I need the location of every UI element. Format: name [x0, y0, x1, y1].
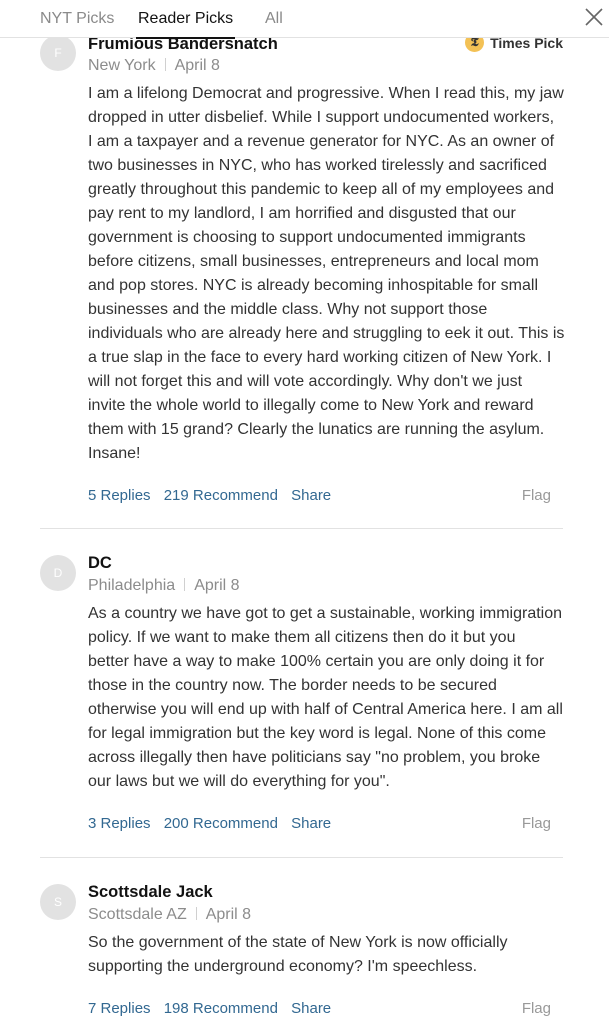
comment-line: businesses and the middle class. Why not…: [88, 301, 488, 318]
comment-line: our laws but we will do everything for y…: [88, 773, 390, 790]
share-button[interactable]: Share: [291, 815, 331, 832]
comment-line: individuals who are already here and str…: [88, 325, 565, 342]
comment-tabs: NYT Picks Reader Picks All: [0, 0, 609, 39]
comment-line: As a country we have got to get a sustai…: [88, 605, 563, 622]
close-icon[interactable]: [581, 0, 607, 30]
comment-line: pay rent to my landlord, I am horrified …: [88, 205, 516, 222]
recommend-button[interactable]: 198 Recommend: [164, 1000, 278, 1017]
comment: S Scottsdale Jack Scottsdale AZ April 8 S…: [40, 858, 563, 1025]
comment-line: I am a lifelong Democrat and progressive…: [88, 85, 564, 102]
comment-line: them with 15 grand? Clearly the lunatics…: [88, 421, 545, 438]
comment-line: dropped in utter disbelief. While I supp…: [88, 109, 555, 126]
comment-line: those in the country now. The border nee…: [88, 677, 497, 694]
replies-link[interactable]: 5 Replies: [88, 487, 151, 504]
avatar: F: [40, 35, 76, 71]
comment-line: supporting the underground economy? I'm …: [88, 958, 478, 975]
comment-location: Philadelphia: [88, 577, 176, 594]
comment-body: I am a lifelong Democrat and progressive…: [88, 82, 568, 466]
share-button[interactable]: Share: [291, 487, 331, 504]
comment: D DC Philadelphia April 8 As a country we…: [40, 529, 563, 858]
avatar: D: [40, 555, 76, 591]
comment-meta: New York April 8: [88, 57, 220, 75]
comment-line: two businesses in NYC, who has worked ti…: [88, 157, 547, 174]
avatar: S: [40, 884, 76, 920]
comment-location: Scottsdale AZ: [88, 906, 187, 923]
comment-date: April 8: [174, 57, 220, 74]
comment-line: greatly throughout this pandemic to keep…: [88, 181, 555, 198]
comment-meta: Scottsdale AZ April 8: [88, 906, 251, 924]
tab-reader-picks[interactable]: Reader Picks: [135, 10, 236, 39]
tab-nyt-picks[interactable]: NYT Picks: [40, 10, 114, 28]
comment: F Frumious Bandersnatch 𝕿 Times Pick New…: [40, 0, 564, 529]
comment-line: otherwise you will end up with half of C…: [88, 701, 563, 718]
comment-author: Scottsdale Jack: [88, 883, 213, 901]
comment-line: I am a taxpayer and a revenue generator …: [88, 133, 555, 150]
comment-date: April 8: [194, 577, 240, 594]
comment-line: Insane!: [88, 445, 141, 462]
comment-actions: 7 Replies 198 Recommend Share Flag: [88, 1000, 563, 1017]
replies-link[interactable]: 7 Replies: [88, 1000, 151, 1017]
flag-button[interactable]: Flag: [522, 1000, 551, 1017]
comment-line: for legal immigration but the key word i…: [88, 725, 546, 742]
flag-button[interactable]: Flag: [522, 815, 551, 832]
comment-actions: 5 Replies 219 Recommend Share Flag: [88, 487, 563, 504]
comment-line: will not forget this and will vote accor…: [88, 373, 523, 390]
recommend-button[interactable]: 219 Recommend: [164, 487, 278, 504]
comment-line: policy. If we want to make them all citi…: [88, 629, 516, 646]
comment-line: a true slap in the face to every hard wo…: [88, 349, 552, 366]
comment-body: So the government of the state of New Yo…: [88, 931, 568, 979]
comment-line: better have a way to make 100% certain y…: [88, 653, 545, 670]
comment-actions: 3 Replies 200 Recommend Share Flag: [88, 815, 563, 832]
comment-author: DC: [88, 554, 112, 572]
comment-line: invite the whole world to illegally come…: [88, 397, 534, 414]
recommend-button[interactable]: 200 Recommend: [164, 815, 278, 832]
tab-all[interactable]: All: [265, 10, 283, 28]
comment-line: government is choosing to support undocu…: [88, 229, 526, 246]
comment-line: and pop stores. NYC is already becoming …: [88, 277, 539, 294]
flag-button[interactable]: Flag: [522, 487, 551, 504]
share-button[interactable]: Share: [291, 1000, 331, 1017]
comment-location: New York: [88, 57, 156, 74]
comment-line: So the government of the state of New Yo…: [88, 934, 508, 951]
comment-body: As a country we have got to get a sustai…: [88, 602, 568, 794]
comment-line: before citizens, small businesses, entre…: [88, 253, 539, 270]
comment-date: April 8: [205, 906, 252, 923]
comment-meta: Philadelphia April 8: [88, 577, 240, 595]
comment-line: across illegally then have politicians s…: [88, 749, 541, 766]
replies-link[interactable]: 3 Replies: [88, 815, 151, 832]
